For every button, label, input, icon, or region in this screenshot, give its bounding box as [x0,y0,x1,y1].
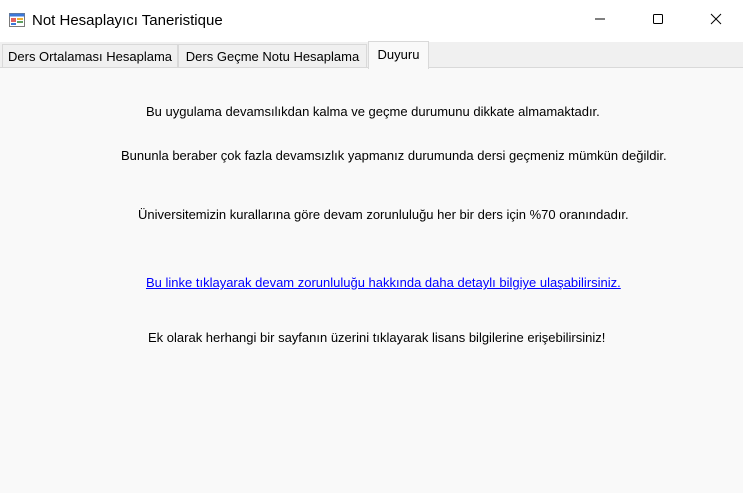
announcement-line-attendance-note: Bu uygulama devamsılıkdan kalma ve geçme… [146,104,600,119]
main-window: Not Hesaplayıcı Taneristique Ders Ortala… [0,0,743,493]
tab-duyuru[interactable]: Duyuru [368,41,429,69]
attendance-info-link[interactable]: Bu linke tıklayarak devam zorunluluğu ha… [146,275,621,290]
minimize-icon [594,12,606,30]
announcement-line-attendance-rule: Üniversitemizin kurallarına göre devam z… [138,207,629,222]
announcement-line-absence-warning: Bununla beraber çok fazla devamsızlık ya… [121,148,667,163]
maximize-button[interactable] [629,0,687,42]
app-form-icon [9,12,25,28]
minimize-button[interactable] [571,0,629,42]
close-icon [710,12,722,30]
maximize-icon [652,12,664,30]
tab-ders-gecme-notu[interactable]: Ders Geçme Notu Hesaplama [178,44,367,67]
announcement-line-license-info: Ek olarak herhangi bir sayfanın üzerini … [148,330,606,345]
window-title: Not Hesaplayıcı Taneristique [32,12,223,29]
tab-ders-ortalamasi[interactable]: Ders Ortalaması Hesaplama [2,44,178,67]
close-button[interactable] [687,0,743,42]
title-bar[interactable]: Not Hesaplayıcı Taneristique [0,0,743,42]
